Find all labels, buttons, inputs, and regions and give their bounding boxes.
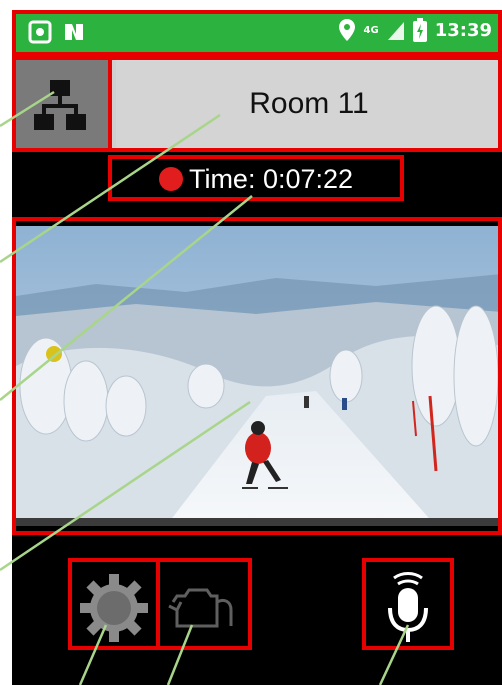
ski-slope-scene xyxy=(16,226,502,526)
status-time: 13:39 xyxy=(434,19,492,41)
battery-charging-icon xyxy=(412,18,427,42)
control-bar xyxy=(12,565,502,685)
video-feed[interactable] xyxy=(16,226,502,526)
nfc-icon xyxy=(65,24,83,40)
signal-icon xyxy=(387,22,404,40)
recording-timer: Time: 0:07:22 xyxy=(112,160,400,198)
camera-switch-icon xyxy=(168,588,233,628)
room-header: Room 11 xyxy=(12,58,502,150)
network-button[interactable] xyxy=(12,58,108,150)
location-icon xyxy=(338,19,355,41)
phone-screen: 4G 13:39 Room 11 Time: 0:07:22 xyxy=(12,10,502,685)
timer-text: Time: 0:07:22 xyxy=(188,163,354,194)
camera-switch-button[interactable] xyxy=(158,565,248,651)
network-topology-icon xyxy=(34,80,86,130)
network-type-label: 4G xyxy=(363,24,379,36)
settings-button[interactable] xyxy=(70,565,158,651)
recording-indicator-icon xyxy=(158,167,183,191)
microphone-icon xyxy=(388,572,428,642)
room-title: Room 11 xyxy=(116,58,502,150)
gear-icon xyxy=(80,574,148,642)
status-bar: 4G 13:39 xyxy=(12,10,502,52)
app-badge-icon xyxy=(28,20,52,44)
microphone-button[interactable] xyxy=(364,565,452,651)
